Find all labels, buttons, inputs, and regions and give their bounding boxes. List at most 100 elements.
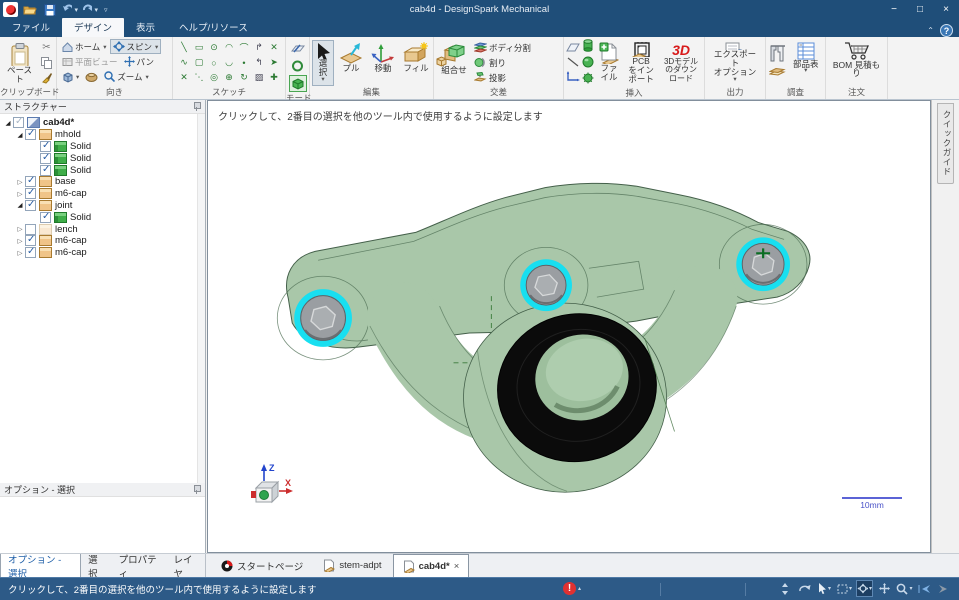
checkbox[interactable] — [25, 235, 36, 246]
rounded-rect-icon[interactable]: ▢ — [192, 55, 207, 70]
checkbox[interactable] — [25, 224, 36, 235]
trim-icon[interactable]: ✕ — [267, 40, 282, 55]
construction-line-icon[interactable]: ⋱ — [192, 70, 207, 85]
checkbox[interactable] — [40, 212, 51, 223]
collapse-ribbon-icon[interactable]: ⌃ — [927, 26, 934, 35]
split-button[interactable]: 割り — [474, 56, 506, 70]
arc-icon[interactable]: ◠ — [222, 40, 237, 55]
tree-item-solid[interactable]: Solid — [0, 152, 197, 164]
select-mode-icon[interactable] — [816, 580, 833, 597]
save-button[interactable] — [42, 3, 58, 17]
hatch-icon[interactable]: ▨ — [252, 70, 267, 85]
expander-icon[interactable] — [3, 119, 13, 127]
insert-cylinder-icon[interactable] — [582, 39, 594, 55]
offset-icon[interactable]: ✚ — [267, 70, 282, 85]
circle-ref-icon[interactable]: ◎ — [207, 70, 222, 85]
tab-file[interactable]: ファイル — [0, 18, 62, 37]
close-tab-icon[interactable]: × — [454, 561, 460, 572]
tree-item-m6cap[interactable]: m6-cap — [0, 247, 197, 259]
pan-tool-button[interactable]: パン — [121, 54, 157, 69]
alert-indicator[interactable]: ! ▴ — [563, 582, 581, 595]
ellipse-icon[interactable]: ○ — [207, 55, 222, 70]
checkbox[interactable] — [25, 188, 36, 199]
tree-item-solid[interactable]: Solid — [0, 211, 197, 223]
sketch-mode-icon[interactable] — [289, 39, 307, 56]
rotate-arc-icon[interactable]: ↻ — [237, 70, 252, 85]
expander-icon[interactable] — [15, 201, 25, 209]
cut-icon[interactable]: ✂ — [39, 41, 54, 55]
solid-mode-icon[interactable] — [289, 75, 307, 92]
tree-item-m6cap[interactable]: m6-cap — [0, 235, 197, 247]
tab-options-select[interactable]: オプション - 選択 — [0, 554, 81, 577]
checkbox[interactable] — [40, 153, 51, 164]
combine-button[interactable]: 組合せ — [436, 40, 472, 86]
expander-icon[interactable] — [15, 237, 25, 245]
sweep-arc-icon[interactable]: ◡ — [222, 55, 237, 70]
tab-layers[interactable]: レイヤ — [166, 554, 205, 577]
rotate-cursor-icon[interactable] — [796, 580, 813, 597]
three-point-circle-icon[interactable]: ⊕ — [222, 70, 237, 85]
customize-toolbar-icon[interactable]: ▿ — [104, 6, 108, 14]
export-options-button[interactable]: エクスポート オプション — [707, 40, 763, 86]
home-view-button[interactable]: ホーム — [59, 39, 110, 54]
bolt-left[interactable] — [294, 289, 352, 347]
zoom-tool-button[interactable]: ズーム — [101, 69, 152, 84]
next-view-icon[interactable] — [936, 580, 953, 597]
copy-icon[interactable] — [39, 56, 54, 70]
insert-axis-icon[interactable] — [566, 71, 580, 85]
mirror-icon[interactable]: ➤ — [267, 55, 282, 70]
selection-box-icon[interactable] — [836, 580, 853, 597]
point-icon[interactable]: • — [237, 55, 252, 70]
undo-button[interactable]: ▾ — [62, 3, 78, 17]
insert-file-button[interactable]: ファイル — [596, 40, 622, 86]
select-tool-button[interactable]: 選択 — [312, 40, 334, 86]
project-button[interactable]: 投影 — [474, 71, 506, 85]
model-canvas[interactable] — [208, 101, 930, 552]
expander-icon[interactable] — [15, 178, 25, 186]
checkbox[interactable] — [25, 247, 36, 258]
open-button[interactable] — [22, 3, 38, 17]
checkbox[interactable] — [40, 141, 51, 152]
bolt-middle[interactable] — [520, 259, 572, 311]
doc-tab-cab4d[interactable]: cab4d* × — [393, 554, 470, 577]
bend-icon[interactable]: ↰ — [252, 55, 267, 70]
pull-tool-button[interactable]: プル — [336, 40, 366, 86]
section-mode-icon[interactable] — [289, 57, 307, 74]
insert-sphere-icon[interactable] — [582, 56, 594, 71]
previous-view-icon[interactable] — [916, 580, 933, 597]
tree-item-solid[interactable]: Solid — [0, 141, 197, 153]
pcb-import-button[interactable]: PCB をインポート — [624, 40, 658, 86]
spline-icon[interactable]: ∿ — [177, 55, 192, 70]
tree-item-joint[interactable]: joint — [0, 200, 197, 212]
spinner-stepper-icon[interactable] — [776, 580, 793, 597]
maximize-button[interactable]: □ — [907, 0, 933, 19]
bom-table-button[interactable]: 部品表 — [790, 40, 822, 86]
expander-icon[interactable] — [15, 190, 25, 198]
download-3d-button[interactable]: 3D 3Dモデルのダウンロード — [660, 40, 702, 86]
insert-line-icon[interactable] — [566, 57, 580, 70]
tab-view[interactable]: 表示 — [124, 18, 167, 37]
tree-item-m6cap[interactable]: m6-cap — [0, 188, 197, 200]
tree-item-base[interactable]: base — [0, 176, 197, 188]
close-button[interactable]: × — [933, 0, 959, 19]
fill-tool-button[interactable]: フィル — [400, 40, 432, 86]
split-body-button[interactable]: ボディ分割 — [474, 41, 531, 55]
rectangle-icon[interactable]: ▭ — [192, 40, 207, 55]
app-logo-icon[interactable] — [3, 2, 18, 17]
tree-item-solid[interactable]: Solid — [0, 164, 197, 176]
tab-design[interactable]: デザイン — [62, 18, 124, 37]
parts-stack-icon[interactable] — [769, 67, 787, 80]
polyline-icon[interactable]: ↱ — [252, 40, 267, 55]
insert-plane-icon[interactable] — [566, 42, 580, 56]
line-icon[interactable]: ╲ — [177, 40, 192, 55]
redo-button[interactable]: ▾ — [82, 3, 98, 17]
insert-gear-icon[interactable] — [582, 72, 594, 87]
format-painter-icon[interactable] — [39, 71, 54, 85]
expander-icon[interactable] — [15, 249, 25, 257]
help-icon[interactable]: ? — [940, 24, 953, 37]
appearance-button[interactable] — [82, 69, 101, 84]
split-icon[interactable]: ✕ — [177, 70, 192, 85]
checkbox[interactable] — [25, 129, 36, 140]
pan-view-icon[interactable] — [876, 580, 893, 597]
circle-icon[interactable]: ⊙ — [207, 40, 222, 55]
